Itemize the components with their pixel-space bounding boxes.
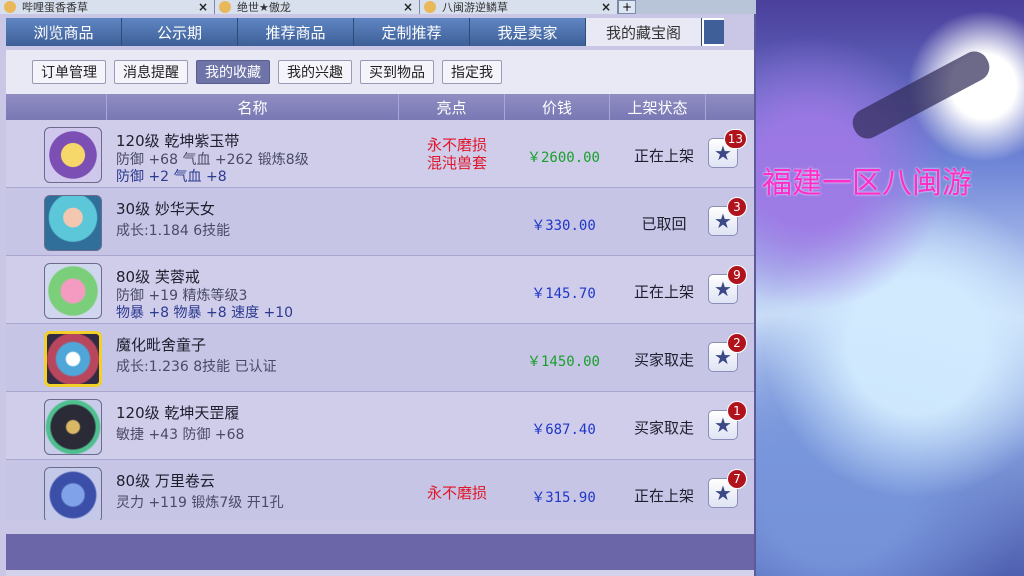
header-status: 上架状态 xyxy=(609,94,705,120)
favorite-button[interactable]: ★ 2 xyxy=(708,333,747,372)
window-tab-label: 哔哩蛋香香草 xyxy=(22,1,88,14)
close-icon[interactable]: × xyxy=(198,0,208,14)
avatar-icon xyxy=(424,1,436,13)
item-attr: 成长:1.236 8技能 已认证 xyxy=(116,359,277,375)
boots-icon xyxy=(44,399,102,455)
item-price: ￥145.70 xyxy=(531,286,596,302)
item-extra: 防御 +2 气血 +8 xyxy=(116,169,227,185)
item-extra: 物暴 +8 物暴 +8 速度 +10 xyxy=(116,305,294,321)
fairy-icon xyxy=(44,195,102,251)
table-header: 名称 亮点 价钱 上架状态 xyxy=(6,94,754,120)
subtab-orders[interactable]: 订单管理 xyxy=(32,60,106,84)
subtab-messages[interactable]: 消息提醒 xyxy=(114,60,188,84)
tab-my-treasure[interactable]: 我的藏宝阁 xyxy=(586,18,702,46)
subtab-interests[interactable]: 我的兴趣 xyxy=(278,60,352,84)
window-tab[interactable]: 八闽游逆鳞草 × xyxy=(420,0,618,14)
server-caption: 福建一区八闽游 xyxy=(762,166,972,201)
subtab-purchased[interactable]: 买到物品 xyxy=(360,60,434,84)
close-icon[interactable]: × xyxy=(403,0,413,14)
favorite-count: 1 xyxy=(727,401,747,421)
pet-icon xyxy=(44,331,102,387)
ring-icon xyxy=(44,263,102,319)
item-price: ￥315.90 xyxy=(531,490,596,506)
item-status: 正在上架 xyxy=(633,147,694,165)
item-status: 买家取走 xyxy=(633,419,694,437)
window-tab[interactable]: 绝世★傲龙 × xyxy=(215,0,420,14)
treasure-panel: 浏览商品 公示期 推荐商品 定制推荐 我是卖家 我的藏宝阁 订单管理 消息提醒 … xyxy=(0,14,756,576)
tab-recommended[interactable]: 推荐商品 xyxy=(238,18,354,46)
tab-announcement[interactable]: 公示期 xyxy=(122,18,238,46)
close-icon[interactable]: × xyxy=(601,0,611,14)
favorite-count: 13 xyxy=(723,129,747,149)
item-price: ￥330.00 xyxy=(531,218,596,234)
header-fav xyxy=(705,94,754,120)
favorite-button[interactable]: ★ 3 xyxy=(708,197,747,236)
item-price: ￥2600.00 xyxy=(526,150,600,166)
tree-branch xyxy=(847,46,995,144)
favorites-list: 120级 乾坤紫玉带 防御 +68 气血 +262 锻炼8级 防御 +2 气血 … xyxy=(6,120,754,520)
window-tab-label: 八闽游逆鳞草 xyxy=(442,1,508,14)
tab-seller[interactable]: 我是卖家 xyxy=(470,18,586,46)
header-highlight: 亮点 xyxy=(398,94,504,120)
window-tab-label: 绝世★傲龙 xyxy=(237,1,291,14)
item-title: 80级 芙蓉戒 xyxy=(116,268,200,286)
favorite-button[interactable]: ★ 7 xyxy=(708,469,747,508)
item-highlight: 永不磨损 混沌兽套 xyxy=(426,136,487,172)
favorite-count: 2 xyxy=(727,333,747,353)
favorite-button[interactable]: ★ 1 xyxy=(708,401,747,440)
item-title: 120级 乾坤紫玉带 xyxy=(116,132,240,150)
window-tab[interactable]: 哔哩蛋香香草 × xyxy=(0,0,215,14)
item-title: 30级 妙华天女 xyxy=(116,200,215,218)
item-attr: 敏捷 +43 防御 +68 xyxy=(116,427,245,443)
cloud-icon xyxy=(44,467,102,520)
tab-browse[interactable]: 浏览商品 xyxy=(6,18,122,46)
item-status: 已取回 xyxy=(641,215,687,233)
item-status: 买家取走 xyxy=(633,351,694,369)
subtab-favorites[interactable]: 我的收藏 xyxy=(196,60,270,84)
favorite-count: 9 xyxy=(727,265,747,285)
add-tab-button[interactable]: + xyxy=(618,0,636,14)
main-tab-bar: 浏览商品 公示期 推荐商品 定制推荐 我是卖家 我的藏宝阁 xyxy=(6,18,756,46)
footer-strip xyxy=(6,570,754,576)
item-title: 120级 乾坤天罡履 xyxy=(116,404,240,422)
avatar-icon xyxy=(219,1,231,13)
favorite-count: 3 xyxy=(727,197,747,217)
pagination-bar xyxy=(6,534,754,570)
item-status: 正在上架 xyxy=(633,283,694,301)
avatar-icon xyxy=(4,1,16,13)
subtab-designated[interactable]: 指定我 xyxy=(442,60,502,84)
favorite-count: 7 xyxy=(727,469,747,489)
item-price: ￥1450.00 xyxy=(526,354,600,370)
table-row[interactable]: 魔化毗舍童子 成长:1.236 8技能 已认证 ￥1450.00 买家取走 ★ … xyxy=(6,324,754,392)
header-blank xyxy=(6,94,106,120)
item-attr: 成长:1.184 6技能 xyxy=(116,223,231,239)
sub-tab-bar: 订单管理 消息提醒 我的收藏 我的兴趣 买到物品 指定我 xyxy=(6,50,754,94)
item-title: 80级 万里卷云 xyxy=(116,472,215,490)
table-row[interactable]: 30级 妙华天女 成长:1.184 6技能 ￥330.00 已取回 ★ 3 xyxy=(6,188,754,256)
item-highlight: 永不磨损 xyxy=(426,484,487,502)
table-row[interactable]: 120级 乾坤天罡履 敏捷 +43 防御 +68 ￥687.40 买家取走 ★ … xyxy=(6,392,754,460)
favorite-button[interactable]: ★ 13 xyxy=(708,129,747,168)
table-row[interactable]: 80级 万里卷云 灵力 +119 锻炼7级 开1孔 永不磨损 ￥315.90 正… xyxy=(6,460,754,520)
item-title: 魔化毗舍童子 xyxy=(116,336,207,354)
table-row[interactable]: 120级 乾坤紫玉带 防御 +68 气血 +262 锻炼8级 防御 +2 气血 … xyxy=(6,120,754,188)
belt-icon xyxy=(44,127,102,183)
tab-overflow[interactable] xyxy=(702,18,724,46)
item-attr: 灵力 +119 锻炼7级 开1孔 xyxy=(116,495,284,511)
item-price: ￥687.40 xyxy=(531,422,596,438)
header-name: 名称 xyxy=(106,94,398,120)
table-row[interactable]: 80级 芙蓉戒 防御 +19 精炼等级3 物暴 +8 物暴 +8 速度 +10 … xyxy=(6,256,754,324)
background-artwork: 福建一区八闽游 xyxy=(756,0,1024,576)
tab-custom-recommend[interactable]: 定制推荐 xyxy=(354,18,470,46)
item-status: 正在上架 xyxy=(633,487,694,505)
header-price: 价钱 xyxy=(504,94,609,120)
window-tab-bar: 哔哩蛋香香草 × 绝世★傲龙 × 八闽游逆鳞草 × + xyxy=(0,0,756,14)
favorite-button[interactable]: ★ 9 xyxy=(708,265,747,304)
